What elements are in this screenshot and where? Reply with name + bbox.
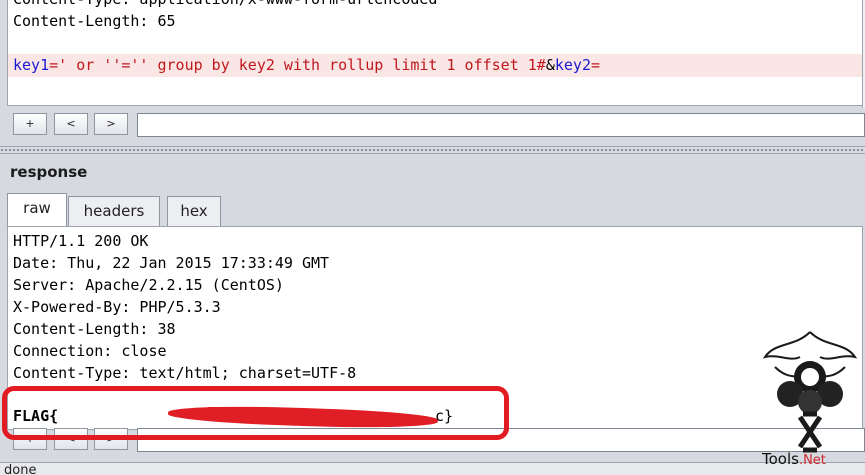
tab-raw[interactable]: raw <box>7 193 67 226</box>
search-input[interactable] <box>137 113 865 137</box>
response-line: Content-Type: text/html; charset=UTF-8 <box>13 364 357 382</box>
previous-button[interactable]: < <box>54 113 88 135</box>
request-editor[interactable]: Content-Type: application/x-www-form-url… <box>7 0 863 106</box>
response-line: Connection: close <box>13 342 167 360</box>
request-header-line: Content-Type: application/x-www-form-url… <box>13 0 437 11</box>
response-tabs: raw headers hex <box>7 193 863 226</box>
response-title: response <box>10 163 88 181</box>
tab-headers[interactable]: headers <box>68 196 160 226</box>
response-line: HTTP/1.1 200 OK <box>13 232 149 250</box>
response-line: X-Powered-By: PHP/5.3.3 <box>13 298 221 316</box>
request-nav-bar: + < > <box>7 113 865 137</box>
param-equals: = <box>590 56 601 74</box>
request-body-highlight: key1=' or ''='' group by key2 with rollu… <box>8 54 862 77</box>
next-button[interactable]: > <box>94 113 128 135</box>
response-line: Date: Thu, 22 Jan 2015 17:33:49 GMT <box>13 254 330 272</box>
add-button[interactable]: + <box>13 113 47 135</box>
watermark-text: Tools.Net <box>762 450 826 468</box>
response-line: Server: Apache/2.2.15 (CentOS) <box>13 276 284 294</box>
response-line: Content-Length: 38 <box>13 320 176 338</box>
param-key2: key2 <box>554 56 591 74</box>
tab-hex[interactable]: hex <box>167 196 221 226</box>
request-body-line: key1=' or ''='' group by key2 with rollu… <box>13 55 600 77</box>
request-header-line: Content-Length: 65 <box>13 12 176 30</box>
status-bar: done <box>0 462 865 475</box>
param-key1: key1 <box>13 56 50 74</box>
param-value-payload: =' or ''='' group by key2 with rollup li… <box>49 56 546 74</box>
param-separator: & <box>545 56 555 74</box>
annotation-highlight-box <box>2 386 509 440</box>
split-pane-divider[interactable] <box>0 146 865 154</box>
